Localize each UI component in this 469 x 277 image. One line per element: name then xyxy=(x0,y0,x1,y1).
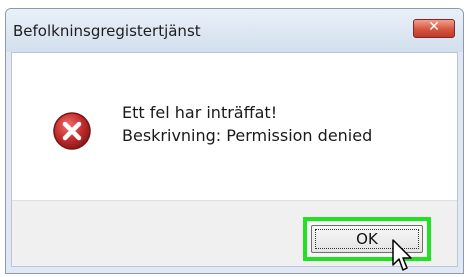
button-area: OK xyxy=(12,200,457,266)
message-area: Ett fel har inträffat! Beskrivning: Perm… xyxy=(12,53,457,200)
dialog-content: Ett fel har inträffat! Beskrivning: Perm… xyxy=(11,52,458,267)
close-icon: ✕ xyxy=(428,19,440,35)
mouse-cursor-icon xyxy=(392,239,412,271)
close-button[interactable]: ✕ xyxy=(413,19,455,38)
error-message-heading: Ett fel har inträffat! xyxy=(122,103,278,122)
dialog-title: Befolkninsgregistertjänst xyxy=(13,22,201,40)
error-icon xyxy=(53,112,91,150)
error-message-description: Beskrivning: Permission denied xyxy=(122,126,373,145)
title-bar[interactable]: Befolkninsgregistertjänst ✕ xyxy=(6,9,463,52)
error-dialog: Befolkninsgregistertjänst ✕ Ett fel har … xyxy=(5,8,464,274)
